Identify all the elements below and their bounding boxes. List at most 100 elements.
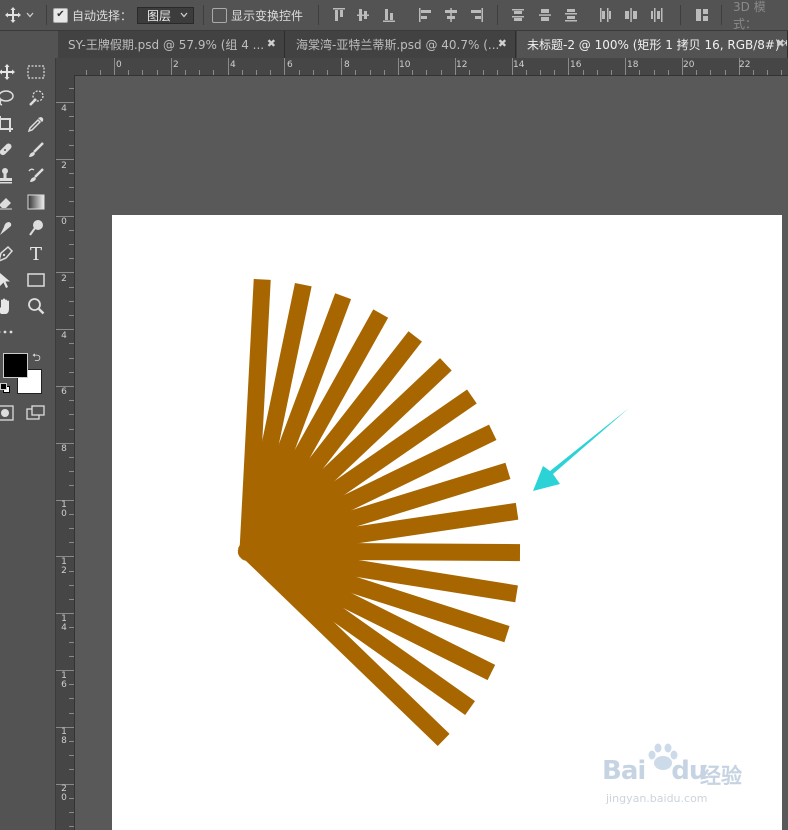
screen-mode-button[interactable] [25, 402, 47, 424]
align-bottom-icon[interactable] [382, 7, 396, 23]
marquee-tool[interactable] [25, 61, 47, 83]
ruler-label: 6 [61, 387, 67, 397]
ruler-label: 12 [61, 557, 67, 576]
hand-tool[interactable] [0, 295, 16, 317]
document-tab-active[interactable]: 未标题-2 @ 100% (矩形 1 拷贝 16, RGB/8#) * ✖ [517, 31, 788, 58]
arrow-icon [0, 273, 10, 288]
healing-tool[interactable] [0, 139, 16, 161]
ruler-label: 18 [627, 60, 639, 70]
gradient-icon [27, 194, 45, 210]
chevron-down-icon [26, 12, 34, 18]
align-top-icon[interactable] [332, 7, 346, 23]
rectangle-icon [27, 273, 45, 287]
swap-colors-icon[interactable]: ⮌ [32, 349, 41, 368]
horizontal-ruler[interactable]: 0 2 4 6 8 10 12 14 16 18 20 22 [74, 58, 788, 76]
smudge-tool[interactable] [0, 217, 16, 239]
ruler-label: 2 [173, 60, 179, 70]
brush-icon [29, 142, 44, 157]
distribute-vcenter-icon[interactable] [538, 7, 552, 23]
pen-icon [0, 245, 14, 262]
align-hcenter-icon[interactable] [444, 7, 458, 23]
eraser-tool[interactable] [0, 191, 16, 213]
lasso-icon [0, 90, 14, 106]
tab-title: 海棠湾-亚特兰蒂斯.psd @ 40.7% (... [296, 38, 500, 52]
stamp-icon [0, 168, 12, 184]
watermark-brand: Bai [602, 756, 646, 786]
ruler-label: 4 [61, 331, 67, 341]
move-tool[interactable] [0, 61, 18, 83]
baidu-watermark: Bai du 经验 jingyan.baidu.com [590, 740, 760, 810]
stamp-tool[interactable] [0, 165, 16, 187]
more-tools-button[interactable] [0, 321, 16, 343]
vertical-ruler[interactable]: 4 2 0 2 4 6 8 10 12 14 16 18 20 [56, 75, 75, 830]
close-icon[interactable]: ✖ [776, 37, 785, 50]
quick-select-tool[interactable] [25, 87, 47, 109]
watermark-url: jingyan.baidu.com [606, 792, 708, 805]
distribute-bottom-icon[interactable] [564, 7, 578, 23]
rect-marquee-icon [27, 65, 45, 79]
ruler-label: 16 [570, 60, 582, 70]
show-transform-label: 显示变换控件 [231, 8, 304, 23]
ruler-label: 8 [344, 60, 350, 70]
close-icon[interactable]: ✖ [267, 37, 276, 50]
align-right-icon[interactable] [470, 7, 484, 23]
ruler-label: 4 [61, 104, 67, 114]
ruler-label: 14 [513, 60, 525, 70]
eyedropper-tool[interactable] [25, 113, 47, 135]
distribute-left-icon[interactable] [598, 7, 612, 23]
pen-tool[interactable] [0, 243, 16, 265]
move-tool-preset[interactable] [4, 0, 35, 30]
options-bar: ✔ 自动选择： 图层 显示变换控件 3D 模式： [0, 0, 788, 31]
move-icon [0, 64, 15, 80]
move-icon [5, 7, 21, 23]
crop-tool[interactable] [0, 113, 16, 135]
toolbox: T ⮌ [0, 58, 56, 830]
ruler-label: 14 [61, 614, 67, 633]
ruler-label: 0 [61, 217, 67, 227]
type-tool[interactable]: T [25, 243, 47, 265]
document-canvas[interactable] [112, 215, 782, 830]
zoom-tool[interactable] [25, 295, 47, 317]
ruler-label: 10 [61, 500, 67, 519]
quick-mask-icon [0, 405, 14, 421]
default-colors-icon[interactable] [0, 383, 10, 393]
distribute-top-icon[interactable] [511, 7, 525, 23]
layer-mode-value: 图层 [147, 8, 172, 23]
distribute-hcenter-icon[interactable] [624, 7, 638, 23]
auto-align-icon[interactable] [695, 7, 709, 23]
close-icon[interactable]: ✖ [498, 37, 507, 50]
ruler-label: 4 [230, 60, 236, 70]
align-vcenter-icon[interactable] [356, 7, 370, 23]
lasso-tool[interactable] [0, 87, 16, 109]
auto-select-checkbox[interactable]: ✔ [53, 0, 68, 30]
crop-icon [0, 116, 13, 132]
checkmark-icon: ✔ [53, 7, 68, 23]
smudge-icon [0, 222, 12, 235]
show-transform-checkbox[interactable] [212, 0, 227, 30]
ruler-label: 20 [61, 784, 67, 803]
tab-title: SY-王牌假期.psd @ 57.9% (组 4 ... [68, 38, 265, 52]
watermark-service: 经验 [700, 764, 742, 788]
ruler-label: 22 [739, 60, 751, 70]
document-tab[interactable]: SY-王牌假期.psd @ 57.9% (组 4 ... ✖ [58, 31, 285, 58]
document-tab[interactable]: 海棠湾-亚特兰蒂斯.psd @ 40.7% (... ✖ [286, 31, 516, 58]
screen-mode-icon [26, 405, 45, 420]
dodge-icon [29, 220, 43, 236]
align-left-icon[interactable] [418, 7, 432, 23]
eyedropper-icon [27, 117, 44, 133]
mode-3d-label: 3D 模式： [733, 0, 766, 31]
shape-tool[interactable] [25, 269, 47, 291]
path-select-tool[interactable] [0, 269, 16, 291]
history-brush-tool[interactable] [25, 165, 47, 187]
foreground-color-swatch[interactable] [3, 353, 28, 378]
layer-mode-select[interactable]: 图层 [137, 0, 194, 30]
distribute-right-icon[interactable] [650, 7, 664, 23]
gradient-tool[interactable] [25, 191, 47, 213]
quick-mask-button[interactable] [0, 402, 16, 424]
ellipsis-icon [0, 330, 13, 334]
hand-icon [0, 298, 9, 314]
dodge-tool[interactable] [25, 217, 47, 239]
chevron-down-icon [180, 12, 188, 18]
brush-tool[interactable] [25, 139, 47, 161]
history-brush-icon [28, 168, 44, 182]
